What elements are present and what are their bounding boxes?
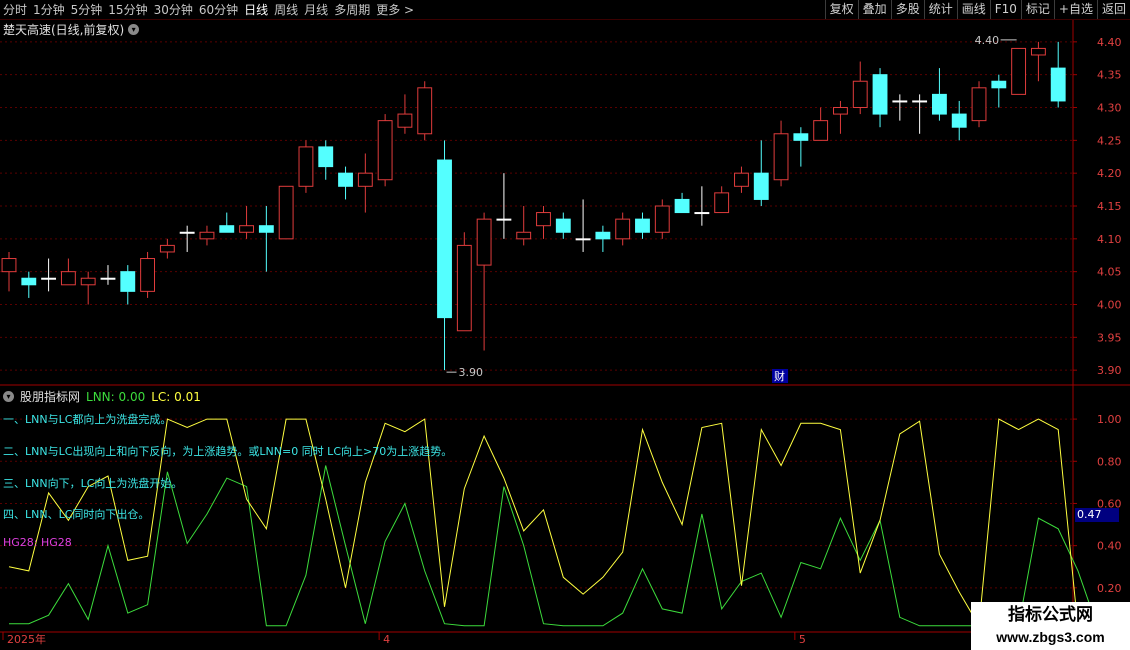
candle-body [1,258,17,273]
candle-body [41,277,57,280]
candle-body [219,225,235,233]
candle-body [991,80,1007,89]
candle-body [555,218,571,233]
candle-body [80,277,96,286]
candle-body [1050,67,1066,102]
candle-body [1030,47,1046,56]
price-tick-label: 4.10 [1097,233,1122,246]
candle-body [397,113,413,128]
price-tick-label: 4.35 [1097,69,1122,82]
price-tick-label: 3.95 [1097,331,1122,344]
price-tick-label: 4.30 [1097,102,1122,115]
indicator-tick-label: 0.20 [1097,582,1122,595]
price-tick-label: 4.25 [1097,134,1122,147]
candle-body [654,205,670,233]
candle-body [912,100,928,103]
indicator-note-2: 二、LNN与LC出现向上和向下反向，为上涨趋势。或LNN=0 同时 LC向上>7… [3,445,453,458]
candle-body [813,120,829,141]
chevron-down-icon[interactable]: ▾ [3,391,14,402]
indicator-name: 股朋指标网 [20,390,81,404]
price-tick-label: 4.15 [1097,200,1122,213]
candle-body [793,133,809,141]
candle-body [377,120,393,181]
candle-body [60,271,76,286]
candle-body [595,231,611,240]
price-tick-label: 4.00 [1097,298,1122,311]
indicator-tick-label: 1.00 [1097,413,1122,426]
event-marker-label: 财 [774,369,785,383]
candle-body [615,218,631,240]
candle-body [357,172,373,187]
candle-body [951,113,967,128]
candle-body [258,225,274,233]
candle-body [872,74,888,115]
watermark-title: 指标公式网 [971,602,1130,628]
low-price-label: 3.90 [459,366,484,379]
price-tick-label: 3.90 [1097,364,1122,377]
candle-body [694,212,710,215]
candle-body [536,212,551,227]
candle-body [931,93,947,115]
candle-body [734,172,749,187]
candle-body [21,277,37,286]
indicator-tick-label: 0.40 [1097,540,1122,553]
candle-body [199,231,215,240]
candle-body [714,192,730,214]
candle-body [575,238,591,241]
candle-body [179,231,195,234]
price-tick-label: 4.05 [1097,266,1122,279]
candle-body [496,218,512,221]
candle-body [773,133,789,181]
candle-body [278,185,294,240]
candle-body [140,258,156,292]
candle-body [833,107,848,115]
time-tick-label: 2025年 [7,632,46,646]
candle-body [1011,47,1027,95]
main-chart[interactable]: 4.40 4.35 4.30 4.25 4.20 4.15 4.10 4.05 4.00 3.95… [0,0,1130,650]
candle-body [476,218,492,266]
candle-body [239,225,254,233]
watermark-url: www.zbgs3.com [971,627,1130,650]
candle-body [456,244,472,332]
hg28-label: HG28: HG28 [3,536,72,549]
price-tick-label: 4.20 [1097,167,1122,180]
time-tick-label: 5 [799,633,806,646]
indicator-note-3: 三、LNN向下，LC向上为洗盘开始。 [3,477,183,490]
lnn-value-label: LNN: 0.00 [86,389,146,404]
candle-body [159,244,175,253]
price-tick-label: 4.40 [1097,36,1122,49]
indicator-tick-label: 0.80 [1097,455,1122,468]
lc-value-label: LC: 0.01 [151,389,201,404]
high-price-label: 4.40 [975,34,1000,47]
candle-body [318,146,334,168]
current-value-badge: 0.47 [1075,508,1119,522]
candle-body [437,159,452,319]
candle-body [753,172,769,200]
candle-body [338,172,353,187]
indicator-note-1: 一、LNN与LC都向上为洗盘完成。 [3,413,172,426]
candle-body [516,231,532,240]
time-tick-label: 4 [383,633,390,646]
candle-body [674,198,690,214]
candle-body [417,87,433,135]
candle-body [971,87,987,122]
candle-body [100,277,116,280]
candle-body [120,271,136,292]
candle-body [298,146,314,187]
indicator-note-4: 四、LNN、LC同时向下出仓。 [3,508,150,521]
candle-body [892,100,908,103]
candle-body [852,80,868,109]
candle-body [635,218,650,233]
indicator-header: ▾ 股朋指标网 LNN: 0.00 LC: 0.01 [3,388,201,405]
